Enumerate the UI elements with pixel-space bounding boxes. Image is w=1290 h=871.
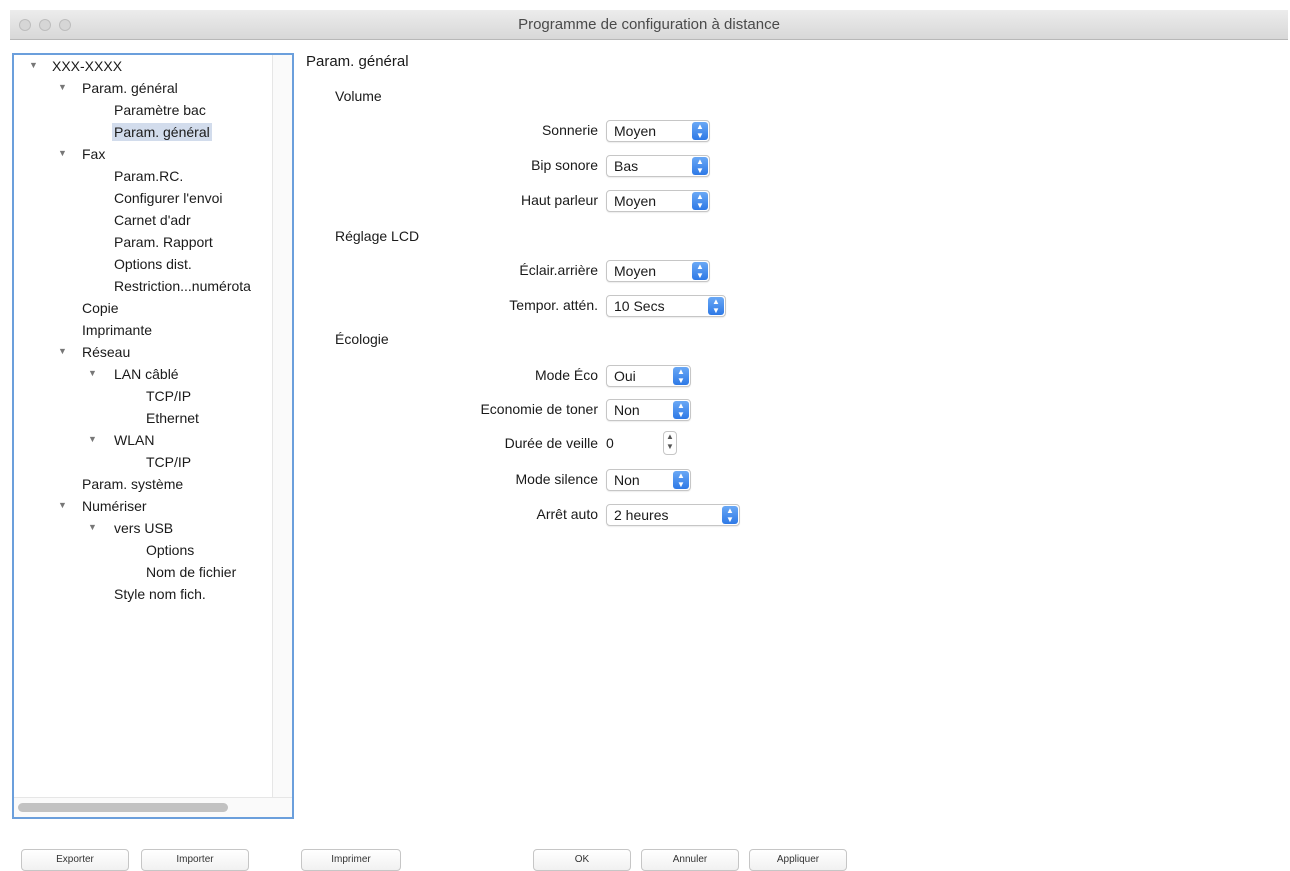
popup-arrows-icon: ▲ ▼	[692, 192, 708, 210]
disclosure-triangle-icon[interactable]: ▼	[88, 522, 97, 532]
disclosure-triangle-icon[interactable]: ▼	[88, 434, 97, 444]
tree-item-fax[interactable]: Fax	[82, 145, 105, 163]
tree-item-param-general-selected[interactable]: Param. général	[112, 123, 212, 141]
tree-item-imprimante[interactable]: Imprimante	[82, 321, 152, 339]
arret-auto-select[interactable]: 2 heures ▲ ▼	[606, 504, 740, 526]
label-tempor-atten: Tempor. attén.	[509, 297, 598, 313]
disclosure-triangle-icon[interactable]: ▼	[29, 60, 38, 70]
tree-item-param-rapport[interactable]: Param. Rapport	[114, 233, 213, 251]
label-arret-auto: Arrêt auto	[536, 506, 598, 522]
tree-item-param-systeme[interactable]: Param. système	[82, 475, 183, 493]
haut-parleur-select[interactable]: Moyen ▲ ▼	[606, 190, 710, 212]
tree-item-numeriser[interactable]: Numériser	[82, 497, 147, 515]
disclosure-triangle-icon[interactable]: ▼	[58, 346, 67, 356]
tempor-atten-select[interactable]: 10 Secs ▲ ▼	[606, 295, 726, 317]
disclosure-triangle-icon[interactable]: ▼	[58, 500, 67, 510]
popup-arrows-icon: ▲ ▼	[722, 506, 738, 524]
mode-eco-select[interactable]: Oui ▲ ▼	[606, 365, 691, 387]
tree-item-nom-fichier[interactable]: Nom de fichier	[146, 563, 236, 581]
tree-item-style-nom-fich[interactable]: Style nom fich.	[114, 585, 206, 603]
disclosure-triangle-icon[interactable]: ▼	[58, 148, 67, 158]
window-title: Programme de configuration à distance	[518, 16, 780, 33]
label-bip-sonore: Bip sonore	[531, 157, 598, 173]
label-mode-eco: Mode Éco	[534, 367, 598, 383]
ok-button[interactable]: OK	[533, 849, 631, 871]
arret-auto-value: 2 heures	[614, 507, 669, 523]
label-mode-silence: Mode silence	[515, 471, 599, 487]
popup-arrows-icon: ▲ ▼	[673, 471, 689, 489]
tree-item-parametre-bac[interactable]: Paramètre bac	[114, 101, 206, 119]
bip-sonore-select[interactable]: Bas ▲ ▼	[606, 155, 710, 177]
duree-veille-input[interactable]: 0	[604, 432, 656, 454]
section-volume: Volume	[335, 88, 382, 104]
popup-arrows-icon: ▲ ▼	[692, 122, 708, 140]
eclair-arriere-select[interactable]: Moyen ▲ ▼	[606, 260, 710, 282]
label-economie-toner: Economie de toner	[480, 401, 598, 417]
importer-button[interactable]: Importer	[141, 849, 249, 871]
popup-arrows-icon: ▲ ▼	[673, 401, 689, 419]
tree-item-options[interactable]: Options	[146, 541, 194, 559]
tempor-atten-value: 10 Secs	[614, 298, 665, 314]
tree-item-param-general[interactable]: Param. général	[82, 79, 178, 97]
tree-item-root[interactable]: XXX-XXXX	[52, 57, 122, 75]
tree-item-copie[interactable]: Copie	[82, 299, 119, 317]
scrollbar-thumb[interactable]	[18, 803, 228, 812]
mode-silence-value: Non	[614, 472, 640, 488]
popup-arrows-icon: ▲ ▼	[708, 297, 724, 315]
tree-item-tcpip-wlan[interactable]: TCP/IP	[146, 453, 191, 471]
tree-item-ethernet[interactable]: Ethernet	[146, 409, 199, 427]
disclosure-triangle-icon[interactable]: ▼	[58, 82, 67, 92]
tree-item-configurer-envoi[interactable]: Configurer l'envoi	[114, 189, 223, 207]
tree-item-tcpip-lan[interactable]: TCP/IP	[146, 387, 191, 405]
popup-arrows-icon: ▲ ▼	[692, 157, 708, 175]
label-duree-veille: Durée de veille	[504, 435, 598, 451]
tree-item-reseau[interactable]: Réseau	[82, 343, 130, 361]
label-eclair-arriere: Éclair.arrière	[519, 262, 598, 278]
tree-item-restriction[interactable]: Restriction...numérota	[114, 277, 251, 295]
tree-item-wlan[interactable]: WLAN	[114, 431, 154, 449]
section-reglage-lcd: Réglage LCD	[335, 228, 420, 244]
duree-veille-stepper[interactable]: ▲ ▼	[663, 431, 677, 455]
imprimer-button[interactable]: Imprimer	[301, 849, 401, 871]
sonnerie-value: Moyen	[614, 123, 657, 139]
tree-item-carnet-adr[interactable]: Carnet d'adr	[114, 211, 191, 229]
mode-eco-value: Oui	[614, 368, 636, 384]
eclair-arriere-value: Moyen	[614, 263, 657, 279]
disclosure-triangle-icon[interactable]: ▼	[88, 368, 97, 378]
label-sonnerie: Sonnerie	[541, 122, 598, 138]
tree-item-options-dist[interactable]: Options dist.	[114, 255, 192, 273]
appliquer-button[interactable]: Appliquer	[749, 849, 847, 871]
label-haut-parleur: Haut parleur	[520, 192, 598, 208]
tree-horizontal-scrollbar[interactable]	[14, 797, 292, 817]
haut-parleur-value: Moyen	[614, 193, 657, 209]
popup-arrows-icon: ▲ ▼	[692, 262, 708, 280]
settings-tree[interactable]: ▼ XXX-XXXX ▼ Param. général Paramètre ba…	[12, 53, 294, 819]
tree-item-lan-cable[interactable]: LAN câblé	[114, 365, 179, 383]
section-ecologie: Écologie	[335, 331, 389, 347]
sonnerie-select[interactable]: Moyen ▲ ▼	[606, 120, 710, 142]
annuler-button[interactable]: Annuler	[641, 849, 739, 871]
bip-sonore-value: Bas	[614, 158, 639, 174]
page-title: Param. général	[306, 53, 409, 70]
tree-vertical-scrollbar[interactable]	[272, 55, 292, 797]
title-bar: Programme de configuration à distance	[10, 10, 1288, 40]
economie-toner-value: Non	[614, 402, 640, 418]
mode-silence-select[interactable]: Non ▲ ▼	[606, 469, 691, 491]
exporter-button[interactable]: Exporter	[21, 849, 129, 871]
tree-item-vers-usb[interactable]: vers USB	[114, 519, 173, 537]
economie-toner-select[interactable]: Non ▲ ▼	[606, 399, 691, 421]
tree-item-param-rc[interactable]: Param.RC.	[114, 167, 183, 185]
popup-arrows-icon: ▲ ▼	[673, 367, 689, 385]
